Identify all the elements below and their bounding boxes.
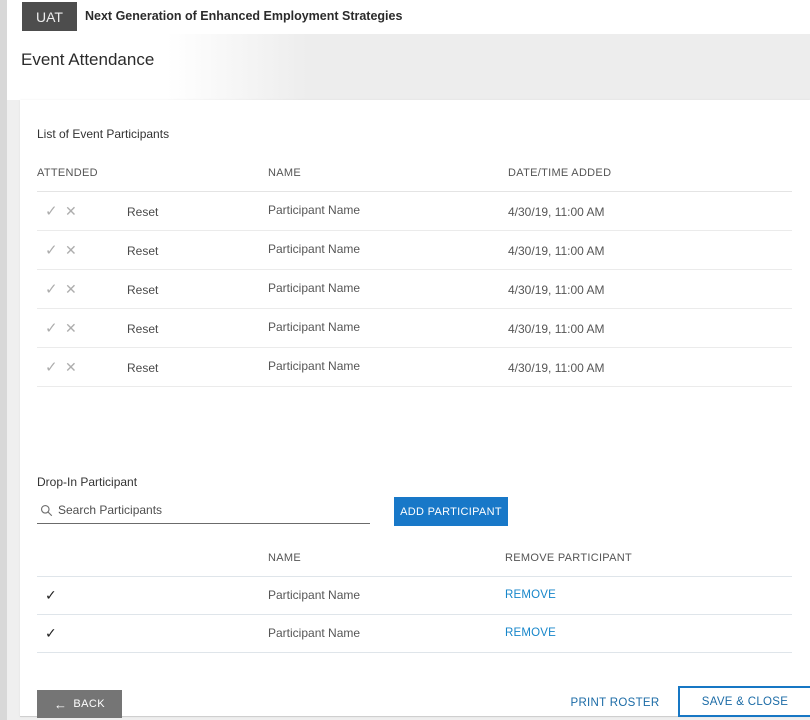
remove-link[interactable]: REMOVE — [505, 627, 556, 639]
participant-datetime: 4/30/19, 11:00 AM — [508, 361, 605, 375]
column-header-attended: ATTENDED — [37, 167, 98, 179]
participant-row: ✓ ✕ Reset Participant Name 4/30/19, 11:0… — [37, 231, 792, 270]
page-title: Event Attendance — [21, 50, 154, 70]
back-arrow-icon: ← — [54, 698, 67, 711]
participant-name: Participant Name — [268, 320, 360, 334]
back-button-label: BACK — [73, 698, 105, 710]
column-header-name: NAME — [268, 552, 301, 564]
attended-no-icon[interactable]: ✕ — [65, 321, 77, 335]
participant-datetime: 4/30/19, 11:00 AM — [508, 283, 605, 297]
viewport-left-strip — [0, 0, 7, 720]
reset-link[interactable]: Reset — [127, 283, 158, 297]
print-roster-button[interactable]: PRINT ROSTER — [560, 697, 670, 709]
remove-link[interactable]: REMOVE — [505, 589, 556, 601]
participant-name: Participant Name — [268, 359, 360, 373]
back-button[interactable]: ← BACK — [37, 690, 122, 718]
attended-yes-icon[interactable]: ✓ — [45, 360, 58, 375]
reset-link[interactable]: Reset — [127, 205, 158, 219]
screen: UAT Next Generation of Enhanced Employme… — [0, 0, 810, 720]
attended-check-icon: ✓ — [45, 626, 57, 640]
participant-name: Participant Name — [268, 626, 360, 640]
attended-no-icon[interactable]: ✕ — [65, 360, 77, 374]
dropin-section-title: Drop-In Participant — [37, 475, 137, 489]
attended-yes-icon[interactable]: ✓ — [45, 243, 58, 258]
column-header-datetime: DATE/TIME ADDED — [508, 167, 611, 179]
participant-row: ✓ ✕ Reset Participant Name 4/30/19, 11:0… — [37, 192, 792, 231]
reset-link[interactable]: Reset — [127, 322, 158, 336]
attended-yes-icon[interactable]: ✓ — [45, 282, 58, 297]
dropin-participant-row: ✓ Participant Name REMOVE — [37, 615, 792, 653]
participants-list-title: List of Event Participants — [37, 127, 169, 141]
add-participant-button[interactable]: ADD PARTICIPANT — [394, 497, 508, 526]
attended-no-icon[interactable]: ✕ — [65, 243, 77, 257]
event-attendance-card: List of Event Participants ATTENDED NAME… — [20, 100, 810, 717]
participant-datetime: 4/30/19, 11:00 AM — [508, 322, 605, 336]
column-header-remove-participant: REMOVE PARTICIPANT — [505, 552, 632, 564]
save-and-close-button[interactable]: SAVE & CLOSE — [678, 686, 810, 717]
participant-datetime: 4/30/19, 11:00 AM — [508, 205, 605, 219]
participants-table-header: ATTENDED NAME DATE/TIME ADDED — [37, 155, 792, 192]
participant-name: Participant Name — [268, 281, 360, 295]
attended-yes-icon[interactable]: ✓ — [45, 204, 58, 219]
participant-datetime: 4/30/19, 11:00 AM — [508, 244, 605, 258]
environment-badge-label: UAT — [36, 9, 63, 25]
attended-yes-icon[interactable]: ✓ — [45, 321, 58, 336]
reset-link[interactable]: Reset — [127, 244, 158, 258]
attended-no-icon[interactable]: ✕ — [65, 204, 77, 218]
attended-check-icon: ✓ — [45, 588, 57, 602]
participant-row: ✓ ✕ Reset Participant Name 4/30/19, 11:0… — [37, 348, 792, 387]
environment-badge: UAT — [22, 2, 77, 31]
participant-name: Participant Name — [268, 588, 360, 602]
column-header-name: NAME — [268, 167, 301, 179]
app-title: Next Generation of Enhanced Employment S… — [85, 9, 402, 23]
participant-search-field — [37, 497, 370, 524]
participant-name: Participant Name — [268, 203, 360, 217]
dropin-participant-row: ✓ Participant Name REMOVE — [37, 577, 792, 615]
participants-table: ATTENDED NAME DATE/TIME ADDED ✓ ✕ Reset … — [37, 155, 792, 387]
search-participants-input[interactable] — [58, 500, 358, 520]
participant-row: ✓ ✕ Reset Participant Name 4/30/19, 11:0… — [37, 270, 792, 309]
search-icon — [40, 504, 53, 517]
dropin-table: NAME REMOVE PARTICIPANT ✓ Participant Na… — [37, 540, 792, 653]
reset-link[interactable]: Reset — [127, 361, 158, 375]
participant-row: ✓ ✕ Reset Participant Name 4/30/19, 11:0… — [37, 309, 792, 348]
dropin-table-header: NAME REMOVE PARTICIPANT — [37, 540, 792, 577]
attended-no-icon[interactable]: ✕ — [65, 282, 77, 296]
participant-name: Participant Name — [268, 242, 360, 256]
